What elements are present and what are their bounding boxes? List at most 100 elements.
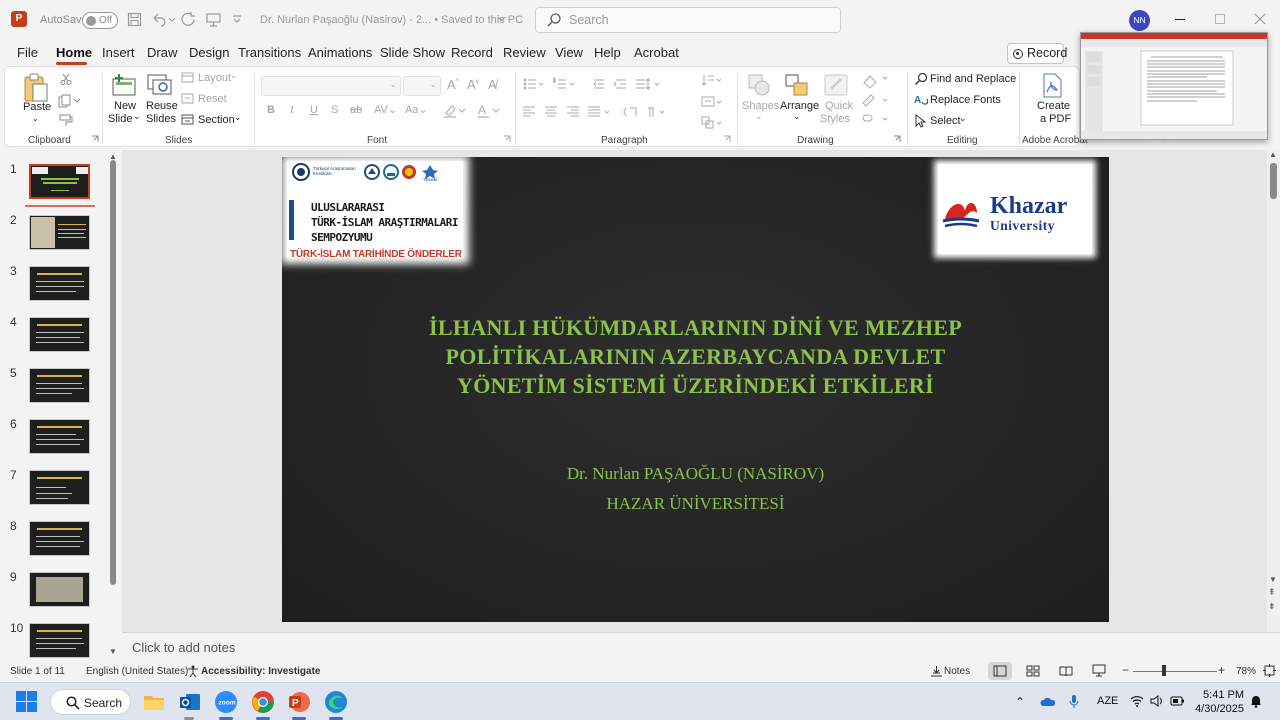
zoom-in-icon[interactable]: + [1218, 663, 1225, 677]
previous-slide-icon[interactable]: ⇞ [1268, 588, 1276, 597]
tab-help[interactable]: Help [594, 45, 621, 60]
layout-icon[interactable] [181, 72, 194, 83]
battery-icon[interactable] [1170, 696, 1185, 706]
document-title[interactable]: Dr. Nurlan Paşaoğlu (Nasirov) - 2... • S… [260, 14, 523, 26]
normal-view-button[interactable] [988, 662, 1012, 680]
slide-thumbnail-4[interactable] [29, 317, 90, 352]
format-painter-icon[interactable] [59, 114, 73, 127]
search-box[interactable]: Search [535, 7, 841, 33]
present-from-start-icon[interactable] [206, 12, 221, 27]
strikethrough-button[interactable]: ab [350, 104, 362, 116]
tab-draw[interactable]: Draw [147, 45, 177, 60]
layout-label[interactable]: Layout [198, 72, 231, 84]
layout-chevron-icon[interactable]: ⌄ [230, 70, 238, 81]
shapes-icon[interactable] [747, 73, 771, 97]
slide-show-icon[interactable] [1092, 664, 1106, 677]
slide-thumbnail-9[interactable] [29, 572, 90, 607]
scroll-down-icon[interactable]: ▼ [1269, 575, 1277, 584]
slide-subtitle[interactable]: Dr. Nurlan PAŞAOĞLU (NASİROV) HAZAR ÜNİV… [342, 459, 1049, 519]
slide-thumbnail-8[interactable] [29, 521, 90, 556]
clear-formatting-icon[interactable]: A̸ [488, 77, 497, 92]
shapes-chevron-icon[interactable]: ⌄ [755, 111, 763, 122]
copy-icon[interactable] [58, 94, 80, 108]
bold-button[interactable]: B [267, 104, 275, 116]
tab-file[interactable]: File [17, 45, 38, 60]
tab-animations[interactable]: Animations [308, 45, 372, 60]
tab-review[interactable]: Review [503, 45, 546, 60]
reuse-slides-label-2[interactable]: Slides [146, 113, 176, 125]
symposium-logo[interactable]: Türkiyat Araştırmaları Enstitüsü TESAM U… [287, 161, 463, 260]
quick-styles-label[interactable]: Quick [825, 100, 853, 112]
find-and-replace-button[interactable]: Find and Replace [930, 73, 1016, 85]
onedrive-icon[interactable] [1040, 696, 1056, 707]
language-status[interactable]: English (United States) [86, 666, 188, 677]
dialog-launcher-icon[interactable] [503, 135, 511, 143]
next-slide-icon[interactable]: ⇟ [1268, 602, 1276, 611]
dialog-launcher-icon[interactable] [723, 135, 731, 143]
slide-thumbnail-5[interactable] [29, 368, 90, 403]
slide-thumbnail-1[interactable] [29, 164, 90, 199]
tab-design[interactable]: Design [189, 45, 229, 60]
minimize-icon[interactable] [1175, 19, 1185, 20]
maximize-icon[interactable] [1215, 14, 1225, 24]
windows-start-icon[interactable] [16, 691, 37, 712]
scroll-up-icon[interactable]: ▲ [1269, 150, 1277, 159]
font-color-icon[interactable]: A [477, 104, 501, 118]
reuse-slides-label[interactable]: Reuse [146, 100, 178, 112]
slide-sorter-icon[interactable] [1026, 665, 1040, 677]
underline-button[interactable]: U [310, 104, 318, 116]
section-chevron-icon[interactable]: ⌄ [234, 112, 242, 123]
quick-styles-label-2[interactable]: Styles [820, 113, 850, 125]
tab-home[interactable]: Home [56, 45, 92, 60]
editor-scrollbar-thumb[interactable] [1270, 163, 1277, 199]
powerpoint-taskbar-icon[interactable]: P [287, 690, 311, 714]
reset-icon[interactable] [181, 93, 194, 104]
accessibility-icon[interactable] [187, 665, 199, 677]
select-chevron-icon[interactable]: ⌄ [959, 113, 967, 124]
section-icon[interactable] [181, 114, 194, 125]
paste-chevron-icon[interactable]: ⌄ [32, 114, 39, 123]
chrome-icon[interactable] [251, 690, 275, 714]
arrange-icon[interactable] [784, 73, 810, 97]
taskbar-search[interactable]: Search [50, 689, 131, 715]
reading-view-icon[interactable] [1059, 665, 1073, 677]
system-clock[interactable]: 5:41 PM 4/30/2025 [1194, 688, 1244, 716]
quick-styles-icon[interactable] [823, 73, 849, 97]
tab-transitions[interactable]: Transitions [238, 45, 301, 60]
tab-record[interactable]: Record [451, 45, 493, 60]
input-language[interactable]: AZE [1097, 695, 1118, 707]
shadow-button[interactable]: S [331, 104, 338, 116]
window-preview-thumbnail[interactable] [1080, 32, 1268, 140]
paragraph-row1-icons[interactable]: 1 [522, 77, 682, 91]
italic-button[interactable]: I [290, 104, 294, 116]
paragraph-row2-icons[interactable] [522, 105, 682, 119]
notification-bell-icon[interactable] [1250, 694, 1262, 708]
notes-icon[interactable] [930, 665, 943, 677]
highlight-icon[interactable] [443, 104, 467, 118]
record-button[interactable]: Record [1007, 43, 1067, 64]
chevron-down-icon[interactable] [497, 16, 506, 22]
find-icon[interactable] [914, 72, 928, 86]
zoom-app-icon[interactable]: zoom [214, 690, 238, 714]
editor-scrollbar[interactable]: ▲ ▼ ⇞ ⇟ [1267, 150, 1280, 632]
change-case-icon[interactable]: Aa⌄ [405, 103, 428, 116]
zoom-level[interactable]: 78% [1236, 666, 1256, 677]
slide-thumbnail-7[interactable] [29, 470, 90, 505]
undo-icon[interactable] [151, 12, 175, 27]
tab-insert[interactable]: Insert [102, 45, 135, 60]
increase-font-icon[interactable]: A^ [447, 77, 459, 92]
redo-icon[interactable] [181, 12, 196, 27]
text-direction-icon[interactable] [700, 73, 724, 133]
shape-format-icons[interactable] [860, 73, 892, 123]
zoom-slider-thumb[interactable] [1162, 665, 1166, 676]
tab-slide-show[interactable]: Slide Show [380, 45, 445, 60]
zoom-out-icon[interactable]: − [1122, 663, 1129, 677]
font-family-combo[interactable]: ⌄ [261, 76, 401, 96]
paste-label[interactable]: Paste [23, 101, 51, 113]
create-pdf-label-2[interactable]: a PDF [1040, 113, 1071, 125]
dialog-launcher-icon[interactable] [91, 135, 99, 143]
arrange-chevron-icon[interactable]: ⌄ [793, 111, 801, 122]
save-icon[interactable] [127, 12, 142, 27]
font-size-combo[interactable]: ⌄ [403, 76, 441, 96]
volume-icon[interactable] [1150, 695, 1164, 707]
